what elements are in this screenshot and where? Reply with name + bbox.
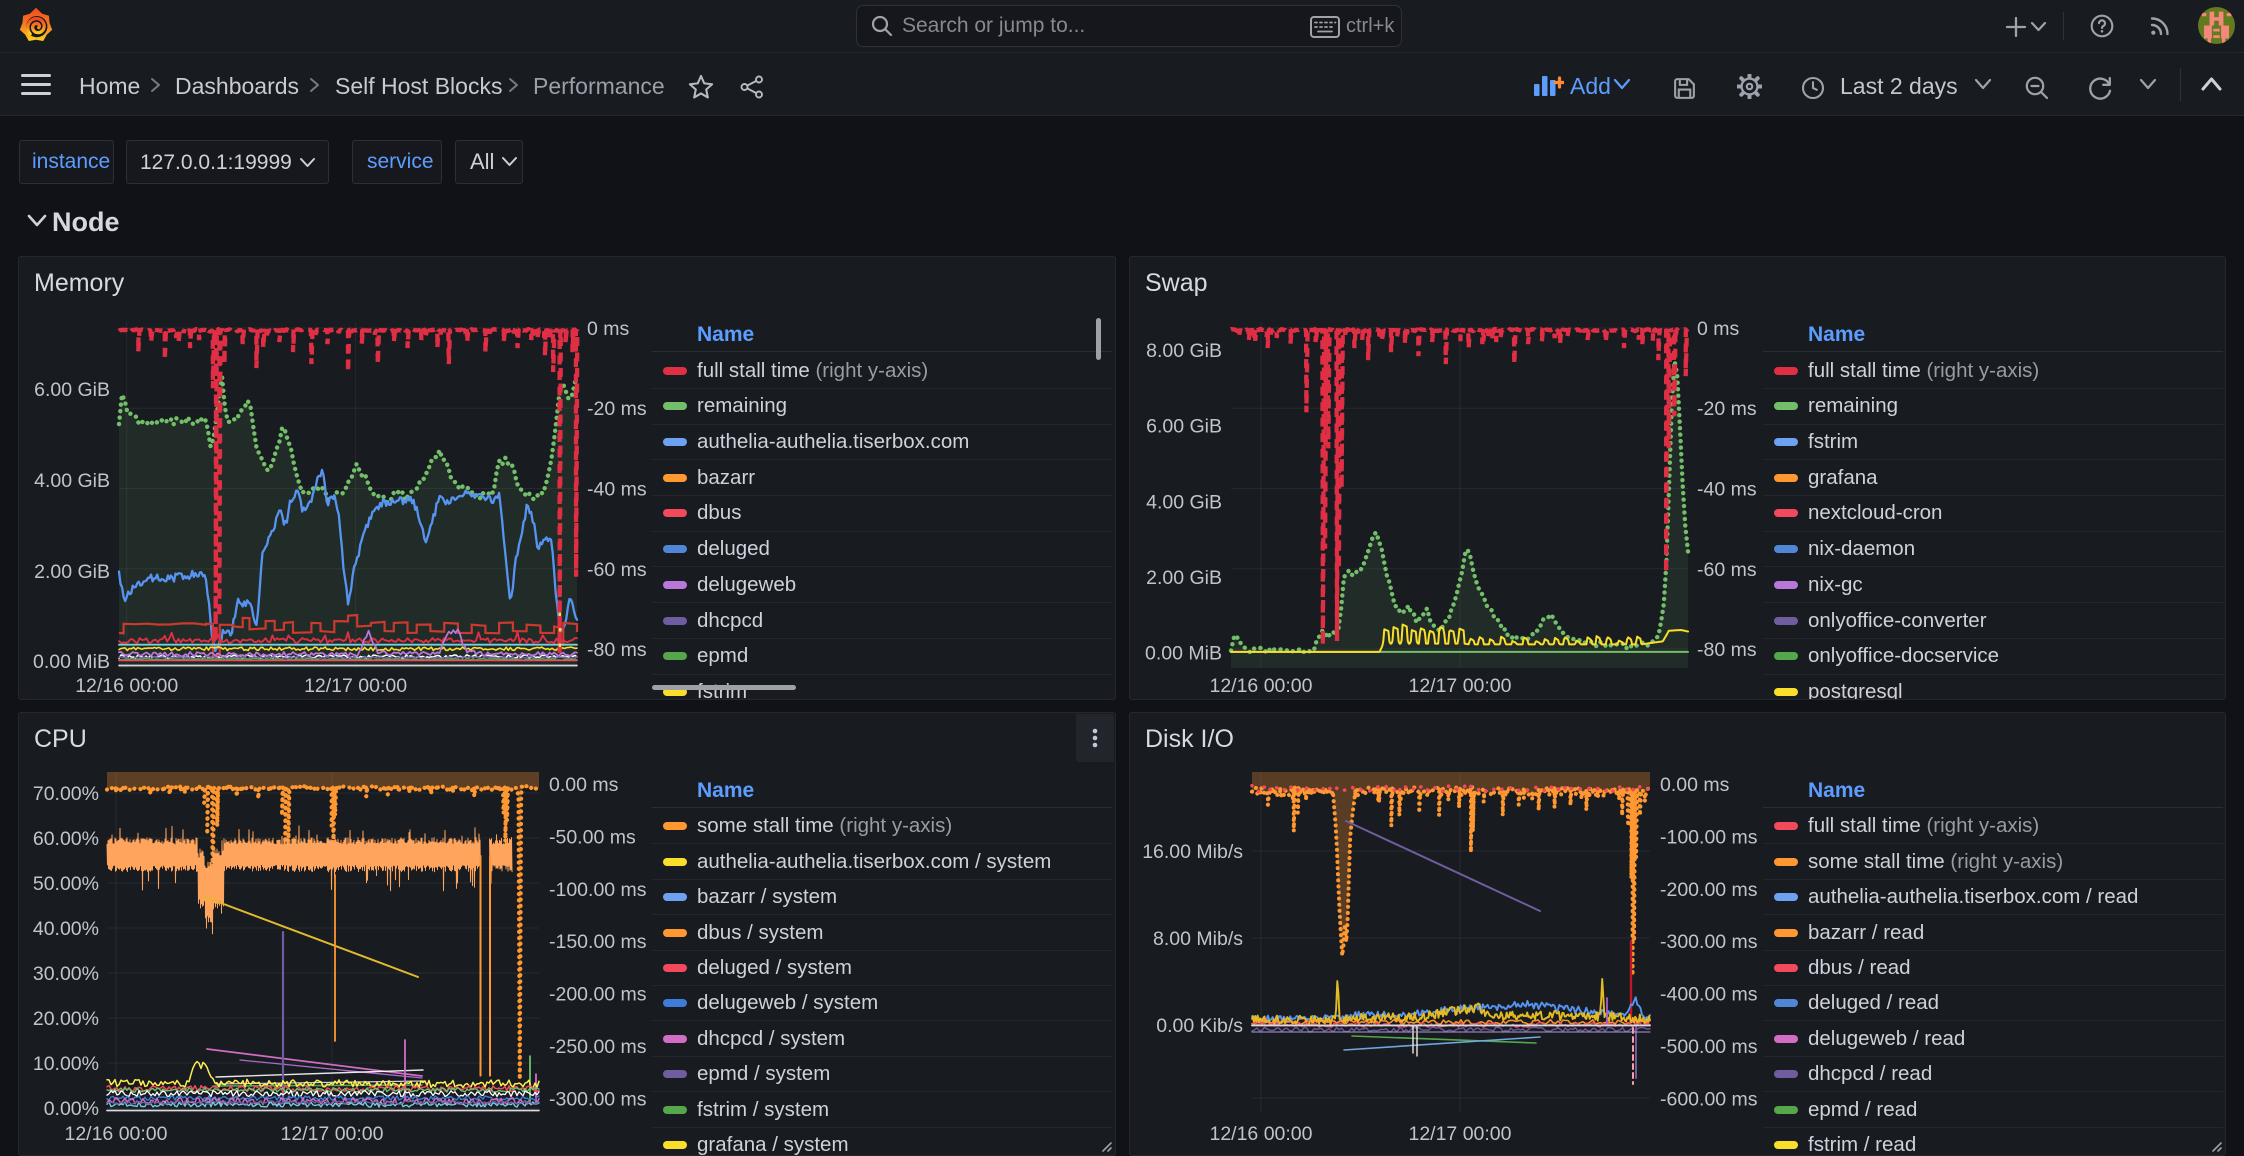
svg-text:0 ms: 0 ms [587, 318, 630, 340]
svg-text:-80 ms: -80 ms [587, 639, 647, 661]
svg-text:16.00 Mib/s: 16.00 Mib/s [1142, 841, 1243, 863]
svg-text:0.00 ms: 0.00 ms [1660, 774, 1730, 796]
svg-text:-200.00 ms: -200.00 ms [1660, 879, 1758, 901]
svg-text:12/17 00:00: 12/17 00:00 [1408, 675, 1511, 697]
svg-text:60.00%: 60.00% [33, 828, 99, 850]
svg-text:-60 ms: -60 ms [1697, 559, 1757, 581]
svg-text:-40 ms: -40 ms [587, 479, 647, 501]
svg-text:0.00 MiB: 0.00 MiB [1145, 643, 1222, 665]
svg-text:6.00 GiB: 6.00 GiB [34, 379, 110, 401]
svg-text:-250.00 ms: -250.00 ms [549, 1036, 647, 1058]
svg-text:2.00 GiB: 2.00 GiB [34, 561, 110, 583]
svg-text:-500.00 ms: -500.00 ms [1660, 1036, 1758, 1058]
svg-text:12/17 00:00: 12/17 00:00 [1408, 1123, 1511, 1145]
svg-text:-200.00 ms: -200.00 ms [549, 984, 647, 1006]
svg-text:10.00%: 10.00% [33, 1053, 99, 1075]
svg-text:12/16 00:00: 12/16 00:00 [1209, 1123, 1312, 1145]
svg-text:4.00 GiB: 4.00 GiB [34, 470, 110, 492]
svg-text:40.00%: 40.00% [33, 918, 99, 940]
svg-text:50.00%: 50.00% [33, 873, 99, 895]
svg-text:0.00%: 0.00% [44, 1098, 99, 1120]
svg-text:8.00 Mib/s: 8.00 Mib/s [1153, 928, 1243, 950]
svg-text:0.00 MiB: 0.00 MiB [33, 651, 110, 673]
svg-text:12/16 00:00: 12/16 00:00 [64, 1123, 167, 1145]
svg-text:12/16 00:00: 12/16 00:00 [75, 675, 178, 697]
svg-text:12/17 00:00: 12/17 00:00 [304, 675, 407, 697]
svg-text:-300.00 ms: -300.00 ms [1660, 931, 1758, 953]
svg-text:6.00 GiB: 6.00 GiB [1146, 416, 1222, 438]
svg-text:-50.00 ms: -50.00 ms [549, 826, 636, 848]
svg-text:-60 ms: -60 ms [587, 559, 647, 581]
svg-text:20.00%: 20.00% [33, 1008, 99, 1030]
svg-text:-300.00 ms: -300.00 ms [549, 1088, 647, 1110]
svg-text:0.00 ms: 0.00 ms [549, 774, 619, 796]
svg-text:-150.00 ms: -150.00 ms [549, 931, 647, 953]
svg-text:-100.00 ms: -100.00 ms [549, 879, 647, 901]
svg-text:-20 ms: -20 ms [1697, 398, 1757, 420]
svg-text:-600.00 ms: -600.00 ms [1660, 1088, 1758, 1110]
svg-text:-20 ms: -20 ms [587, 398, 647, 420]
svg-text:-80 ms: -80 ms [1697, 639, 1757, 661]
svg-text:-100.00 ms: -100.00 ms [1660, 826, 1758, 848]
svg-text:-400.00 ms: -400.00 ms [1660, 984, 1758, 1006]
svg-text:2.00 GiB: 2.00 GiB [1146, 567, 1222, 589]
svg-text:-40 ms: -40 ms [1697, 479, 1757, 501]
svg-text:12/17 00:00: 12/17 00:00 [280, 1123, 383, 1145]
svg-text:4.00 GiB: 4.00 GiB [1146, 491, 1222, 513]
svg-text:0 ms: 0 ms [1697, 318, 1740, 340]
svg-text:8.00 GiB: 8.00 GiB [1146, 340, 1222, 362]
svg-text:70.00%: 70.00% [33, 783, 99, 805]
svg-text:12/16 00:00: 12/16 00:00 [1209, 675, 1312, 697]
svg-text:0.00 Kib/s: 0.00 Kib/s [1156, 1015, 1243, 1037]
svg-text:30.00%: 30.00% [33, 963, 99, 985]
